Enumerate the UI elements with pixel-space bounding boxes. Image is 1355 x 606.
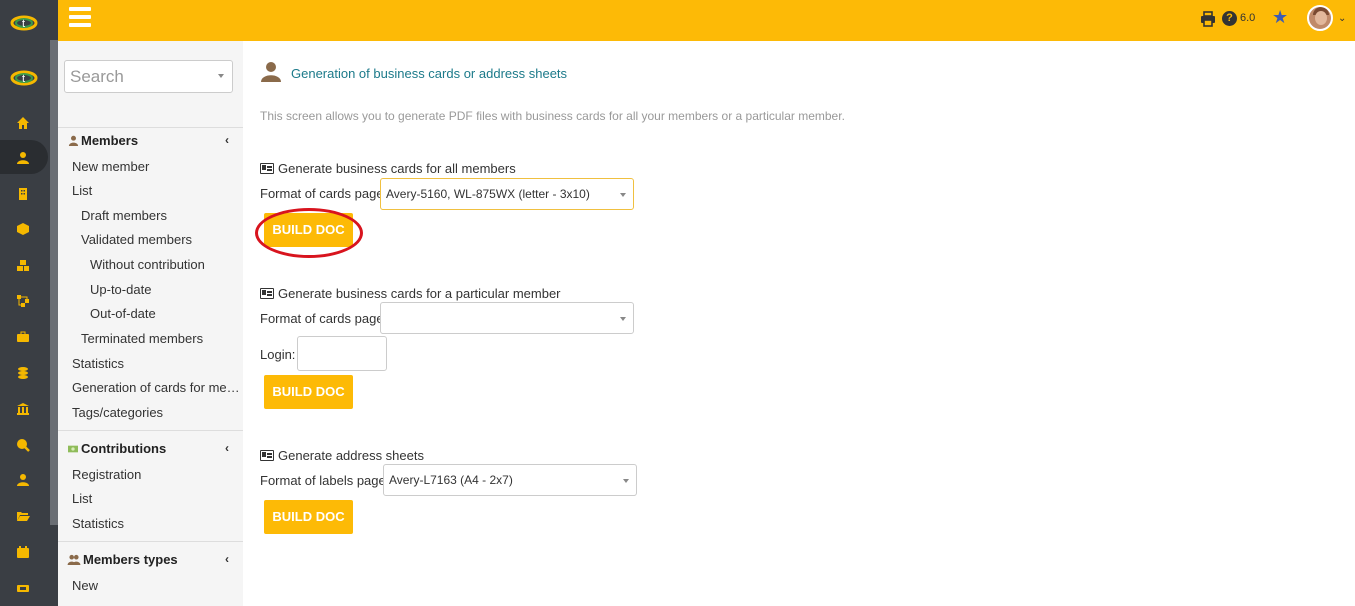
menu-item-out-of-date[interactable]: Out-of-date (90, 306, 156, 321)
menu-item-generation-of-cards[interactable]: Generation of cards for me… (72, 380, 240, 395)
section-title-address-sheets: Generate address sheets (260, 448, 424, 463)
ticket-icon[interactable] (14, 579, 32, 597)
id-card-icon (260, 288, 274, 299)
login-input[interactable] (297, 336, 387, 371)
menu-heading-contributions[interactable]: Contributions (67, 441, 166, 456)
collapse-chevron-icon[interactable]: ‹ (225, 441, 229, 455)
briefcase-icon[interactable] (14, 328, 32, 346)
version-label: 6.0 (1240, 12, 1256, 24)
help-icon[interactable]: ? (1222, 11, 1237, 26)
menu-heading-label: Contributions (81, 441, 167, 456)
box-icon[interactable] (14, 220, 32, 238)
menu-item-statistics[interactable]: Statistics (72, 516, 124, 531)
format-labels-select[interactable]: Avery-L7163 (A4 - 2x7) (383, 464, 637, 496)
folder-open-icon[interactable] (14, 507, 32, 525)
search-dollar-icon[interactable] (14, 436, 32, 454)
coins-icon[interactable] (14, 364, 32, 382)
menu-item-statistics[interactable]: Statistics (72, 356, 124, 371)
building-icon[interactable] (14, 185, 32, 203)
collapse-chevron-icon[interactable]: ‹ (225, 552, 229, 566)
members-icon[interactable] (14, 149, 32, 167)
format-cards-label: Format of cards page (260, 186, 384, 201)
menu-item-up-to-date[interactable]: Up-to-date (90, 282, 151, 297)
section-title-label: Generate business cards for all members (278, 161, 516, 176)
user-icon (67, 135, 79, 147)
dropdown-arrow-icon[interactable] (620, 317, 626, 321)
format-labels-value: Avery-L7163 (A4 - 2x7) (389, 473, 513, 487)
page-description: This screen allows you to generate PDF f… (260, 109, 845, 123)
home-icon[interactable] (14, 114, 32, 132)
id-card-icon (260, 450, 274, 461)
search-input[interactable] (65, 61, 205, 92)
menu-item-registration[interactable]: Registration (72, 467, 141, 482)
menu-item-validated-members[interactable]: Validated members (81, 232, 192, 247)
menu-divider (58, 541, 243, 542)
section-title-particular-member: Generate business cards for a particular… (260, 286, 561, 301)
menu-heading-members[interactable]: Members (67, 133, 138, 148)
collapse-chevron-icon[interactable]: ‹ (225, 133, 229, 147)
sitemap-icon[interactable] (14, 292, 32, 310)
rail-scrollbar[interactable] (50, 40, 58, 525)
menu-item-draft-members[interactable]: Draft members (81, 208, 167, 223)
dropdown-arrow-icon[interactable] (623, 479, 629, 483)
icon-rail: t t (0, 0, 58, 606)
login-label: Login: (260, 347, 296, 362)
menu-item-new-member[interactable]: New member (72, 159, 149, 174)
section-title-all-members: Generate business cards for all members (260, 161, 516, 176)
format-cards-label: Format of cards page (260, 311, 384, 326)
section-title-label: Generate business cards for a particular… (278, 286, 561, 301)
menu-divider (58, 127, 243, 128)
menu-heading-members-types[interactable]: Members types (67, 552, 178, 567)
menu-item-without-contribution[interactable]: Without contribution (90, 257, 205, 272)
menu-heading-label: Members types (83, 552, 178, 567)
user-icon[interactable] (14, 471, 32, 489)
section-title-label: Generate address sheets (278, 448, 424, 463)
bank-icon[interactable] (14, 400, 32, 418)
format-cards-select[interactable]: Avery-5160, WL-875WX (letter - 3x10) (380, 178, 634, 210)
menu-divider (58, 430, 243, 431)
dropdown-arrow-icon[interactable] (218, 74, 224, 78)
menu-item-list[interactable]: List (72, 491, 92, 506)
menu-item-tags-categories[interactable]: Tags/categories (72, 405, 163, 420)
cubes-icon[interactable] (14, 257, 32, 275)
printer-icon[interactable] (1200, 11, 1216, 27)
build-doc-address-button[interactable]: BUILD DOC (264, 500, 353, 534)
build-doc-all-button[interactable]: BUILD DOC (264, 213, 353, 247)
users-icon (67, 554, 81, 566)
build-doc-member-button[interactable]: BUILD DOC (264, 375, 353, 409)
money-icon (67, 443, 79, 455)
hamburger-menu-icon[interactable] (69, 7, 91, 27)
id-card-icon (260, 163, 274, 174)
menu-item-terminated-members[interactable]: Terminated members (81, 331, 203, 346)
side-menu: Members ‹ New member List Draft members … (58, 41, 243, 606)
calendar-icon[interactable] (14, 543, 32, 561)
top-bar: ? 6.0 ★ ⌄ (58, 0, 1355, 41)
chevron-down-icon[interactable]: ⌄ (1338, 13, 1346, 24)
app-logo-icon[interactable]: t (10, 12, 38, 34)
dropdown-arrow-icon[interactable] (620, 193, 626, 197)
main-content: Generation of business cards or address … (243, 41, 1355, 606)
bookmark-star-icon[interactable]: ★ (1272, 7, 1288, 28)
menu-heading-label: Members (81, 133, 139, 148)
svg-text:t: t (22, 73, 25, 85)
format-cards-select-member[interactable] (380, 302, 634, 334)
user-icon (261, 62, 281, 82)
user-avatar[interactable] (1307, 5, 1333, 31)
app-logo-secondary-icon[interactable]: t (10, 67, 38, 89)
format-labels-label: Format of labels page (260, 473, 386, 488)
page-title: Generation of business cards or address … (291, 66, 568, 81)
format-cards-value: Avery-5160, WL-875WX (letter - 3x10) (386, 187, 590, 201)
menu-item-list[interactable]: List (72, 183, 92, 198)
search-combobox[interactable] (64, 60, 233, 93)
svg-text:t: t (22, 18, 25, 30)
menu-item-new[interactable]: New (72, 578, 98, 593)
